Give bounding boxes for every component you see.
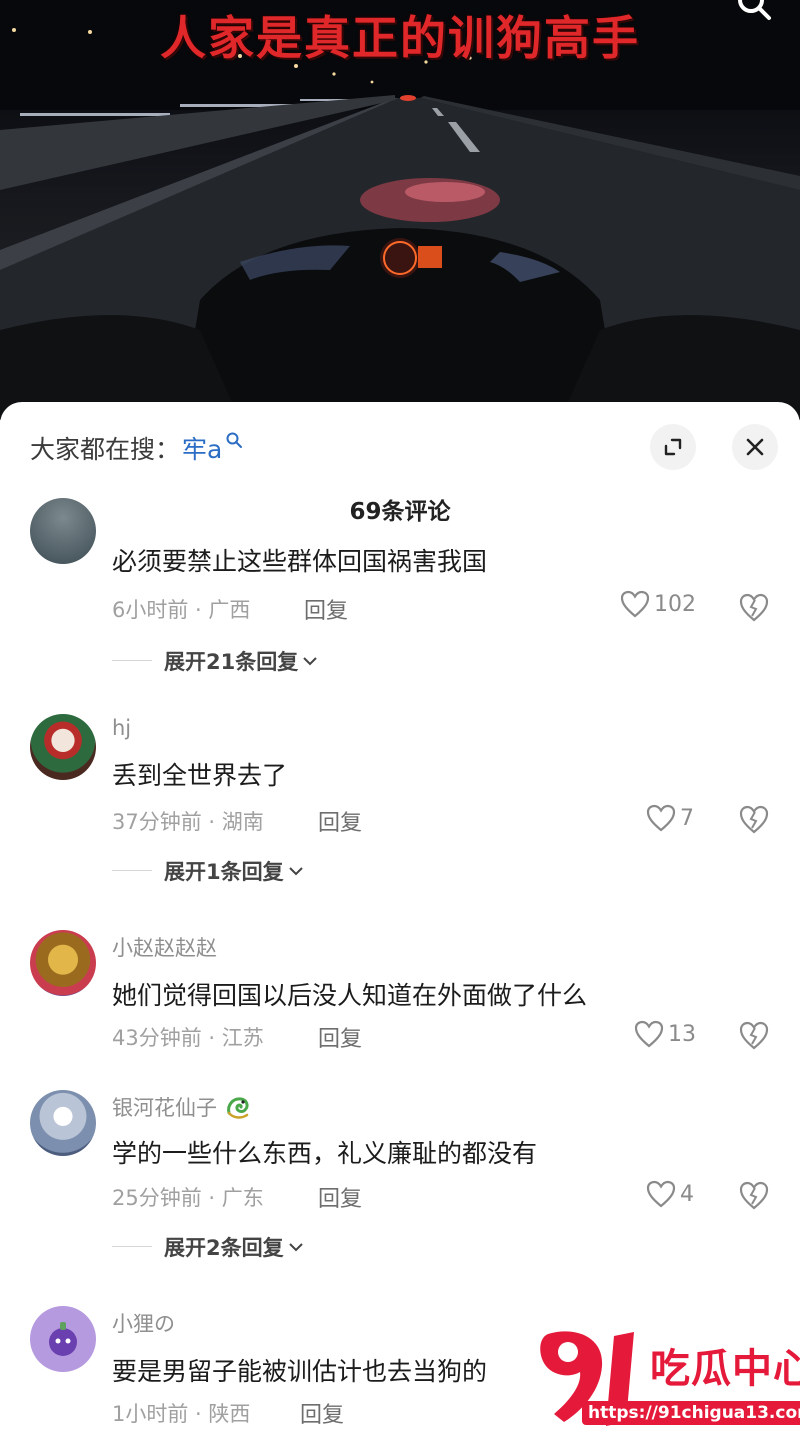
- close-button[interactable]: [732, 424, 778, 470]
- reply-button[interactable]: 回复: [318, 1181, 362, 1213]
- chevron-down-icon: [288, 867, 303, 876]
- expand-replies-label: 展开1条回复: [164, 860, 284, 884]
- comment-count: 69条评论: [349, 499, 451, 525]
- avatar[interactable]: [30, 498, 96, 564]
- hot-search-bar[interactable]: 大家都在搜： 牢a: [30, 430, 243, 466]
- comment-time-location: 6小时前 · 广西: [112, 598, 251, 622]
- small-search-icon: [226, 432, 243, 448]
- hot-search-prefix: 大家都在搜：: [30, 435, 181, 464]
- comment-text: 丢到全世界去了: [112, 761, 288, 790]
- expand-replies-button[interactable]: 展开1条回复: [112, 856, 304, 886]
- dislike-icon[interactable]: [738, 1020, 770, 1050]
- like-count: 13: [668, 1021, 696, 1047]
- hot-search-keyword[interactable]: 牢a: [182, 430, 222, 466]
- comment-sheet-header: 大家都在搜： 牢a: [0, 402, 800, 490]
- expand-replies-label: 展开21条回复: [164, 650, 299, 674]
- like-count: 4: [680, 1181, 694, 1207]
- like-button[interactable]: 13: [634, 1020, 696, 1048]
- dislike-icon[interactable]: [738, 804, 770, 834]
- avatar[interactable]: [30, 1090, 96, 1156]
- comment-username[interactable]: 小狸の: [112, 1308, 175, 1338]
- avatar-illustration: [49, 1322, 77, 1356]
- watermark-site-name: 吃瓜中心: [650, 1346, 800, 1392]
- comment-text: 她们觉得回国以后没人知道在外面做了什么: [112, 981, 588, 1010]
- comment-text: 必须要禁止这些群体回国祸害我国: [112, 547, 488, 576]
- like-button[interactable]: 4: [646, 1180, 694, 1208]
- comment-username-text: 银河花仙子: [112, 1096, 217, 1120]
- heart-icon: [646, 804, 676, 832]
- expand-replies-button[interactable]: 展开2条回复: [112, 1232, 304, 1262]
- comment-text: 学的一些什么东西，礼义廉耻的都没有: [112, 1139, 538, 1168]
- comment-username[interactable]: hj: [112, 716, 131, 740]
- expand-icon: [664, 438, 682, 456]
- chevron-down-icon: [303, 657, 317, 666]
- comment-time-location: 1小时前 · 陕西: [112, 1402, 251, 1426]
- heart-icon: [634, 1020, 664, 1048]
- comment-time-location: 25分钟前 · 广东: [112, 1186, 264, 1210]
- heart-icon: [646, 1180, 676, 1208]
- heart-icon: [620, 590, 650, 618]
- avatar[interactable]: [30, 714, 96, 780]
- close-icon: [746, 438, 764, 456]
- dislike-icon[interactable]: [738, 1180, 770, 1210]
- comment-time-location: 43分钟前 · 江苏: [112, 1026, 264, 1050]
- avatar[interactable]: [30, 930, 96, 996]
- comment-username[interactable]: 小赵赵赵赵: [112, 932, 217, 962]
- avatar[interactable]: [30, 1306, 96, 1372]
- like-count: 102: [654, 591, 696, 617]
- expand-replies-label: 展开2条回复: [164, 1236, 284, 1260]
- reply-button[interactable]: 回复: [318, 805, 362, 837]
- dragon-badge-icon: [227, 1097, 249, 1119]
- watermark-url: https://91chigua13.com: [582, 1401, 800, 1425]
- reply-button[interactable]: 回复: [300, 1397, 344, 1429]
- search-icon[interactable]: [734, 0, 774, 26]
- video-player[interactable]: 人家是真正的训狗高手: [0, 0, 800, 420]
- like-button[interactable]: 7: [646, 804, 694, 832]
- like-button[interactable]: 102: [620, 590, 696, 618]
- comment-time-location: 37分钟前 · 湖南: [112, 810, 264, 834]
- reply-button[interactable]: 回复: [304, 593, 348, 625]
- chevron-down-icon: [288, 1243, 303, 1252]
- comment-username[interactable]: 银河花仙子: [112, 1092, 253, 1122]
- comment-sheet: 大家都在搜： 牢a 69条评论 必须要禁止这些群体回国祸害我国 6小时前 · 广…: [0, 402, 800, 1436]
- expand-button[interactable]: [650, 424, 696, 470]
- dislike-icon[interactable]: [738, 592, 770, 622]
- video-title-overlay: 人家是真正的训狗高手: [160, 11, 640, 65]
- comment-text: 要是男留子能被训估计也去当狗的: [112, 1357, 488, 1386]
- like-count: 7: [680, 805, 694, 831]
- expand-replies-button[interactable]: 展开21条回复: [112, 646, 318, 676]
- reply-button[interactable]: 回复: [318, 1021, 362, 1053]
